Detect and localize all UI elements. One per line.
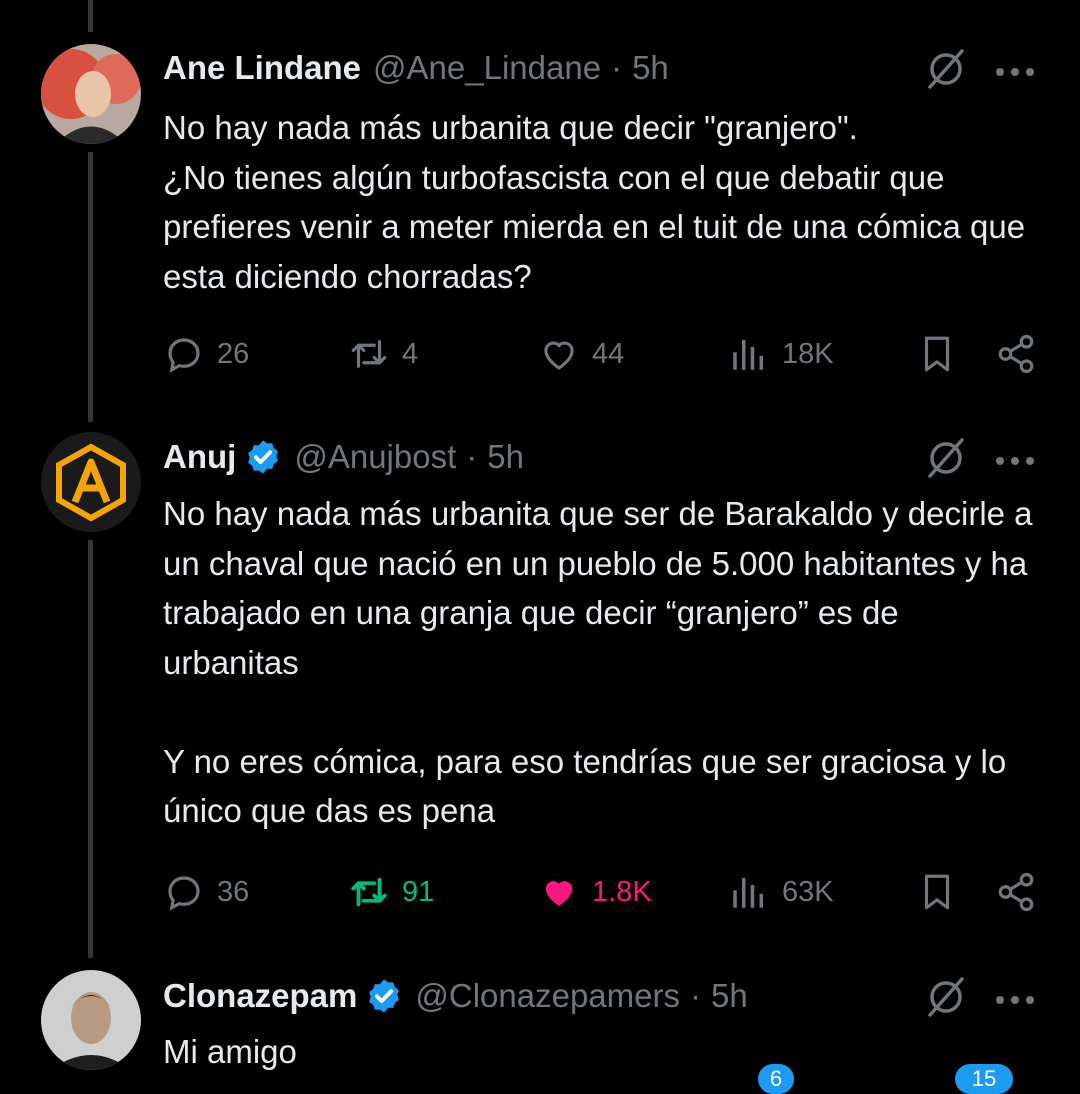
timestamp[interactable]: 5h [632,49,669,87]
more-icon[interactable] [995,64,1035,76]
avatar[interactable] [41,970,141,1070]
retweet-button[interactable]: 91 [348,869,434,915]
separator: · [466,438,478,475]
like-button[interactable]: 44 [538,331,624,377]
tweet-header: Ane Lindane @Ane_Lindane · 5h [163,48,669,88]
views-icon [733,340,763,370]
avatar[interactable] [41,44,141,144]
reply-icon [168,338,200,373]
grok-icon[interactable] [924,47,968,91]
tweet-header: Anuj @Anujbost · 5h [163,437,524,477]
avatar[interactable] [41,432,141,532]
tweet-actions: 26 4 44 18K [163,331,1043,377]
like-count: 44 [592,337,625,370]
retweet-icon [351,340,387,368]
handle[interactable]: @Ane_Lindane [373,49,601,87]
separator: · [690,977,701,1014]
reply-icon [168,876,200,911]
tweet-actions: 36 91 1.8K 63K [163,869,1043,915]
retweet-count: 4 [402,337,419,370]
verified-icon[interactable] [365,977,403,1015]
separator: · [611,49,623,86]
share-button[interactable] [995,331,1037,377]
grok-icon[interactable] [924,436,968,480]
bookmark-button[interactable] [916,331,958,377]
reply-count: 36 [217,875,250,908]
timestamp[interactable]: 5h [487,438,524,476]
tweet-text: No hay nada más urbanita que ser de Bara… [163,495,1033,829]
grok-icon[interactable] [924,975,968,1019]
views-count: 18K [782,337,834,370]
bookmark-icon [924,874,950,910]
notification-badge[interactable]: 6 [758,1064,794,1094]
like-button[interactable]: 1.8K [538,869,652,915]
bookmark-icon [924,336,950,372]
reply-button[interactable]: 36 [163,869,249,915]
bookmark-button[interactable] [916,869,958,915]
thread-line-2 [88,540,93,958]
display-name[interactable]: Clonazepam [163,977,357,1015]
share-icon [998,872,1034,912]
more-icon[interactable] [995,453,1035,465]
more-icon[interactable] [995,992,1035,1004]
reply-count: 26 [217,337,250,370]
display-name[interactable]: Ane Lindane [163,49,361,87]
like-icon [544,341,574,370]
timestamp[interactable]: 5h [711,977,748,1015]
views-icon [733,878,763,908]
views-button[interactable]: 63K [728,869,834,915]
thread-line-top [88,0,93,32]
messages-badge[interactable]: 15 [955,1064,1013,1094]
reply-button[interactable]: 26 [163,331,249,377]
views-button[interactable]: 18K [728,331,834,377]
verified-icon[interactable] [244,438,282,476]
share-icon [998,334,1034,374]
handle[interactable]: @Anujbost [294,438,456,476]
retweet-icon [351,877,387,907]
display-name[interactable]: Anuj [163,438,236,476]
tweet-text: No hay nada más urbanita que decir "gran… [163,109,1026,295]
thread-line-1 [88,152,93,422]
tweet-header: Clonazepam @Clonazepamers · 5h [163,976,748,1016]
handle[interactable]: @Clonazepamers [415,977,680,1015]
retweet-button[interactable]: 4 [348,331,418,377]
like-count: 1.8K [592,875,652,908]
tweet-text: Mi amigo [163,1033,297,1070]
retweet-count: 91 [402,875,435,908]
like-icon [545,881,573,906]
share-button[interactable] [995,869,1037,915]
views-count: 63K [782,875,834,908]
